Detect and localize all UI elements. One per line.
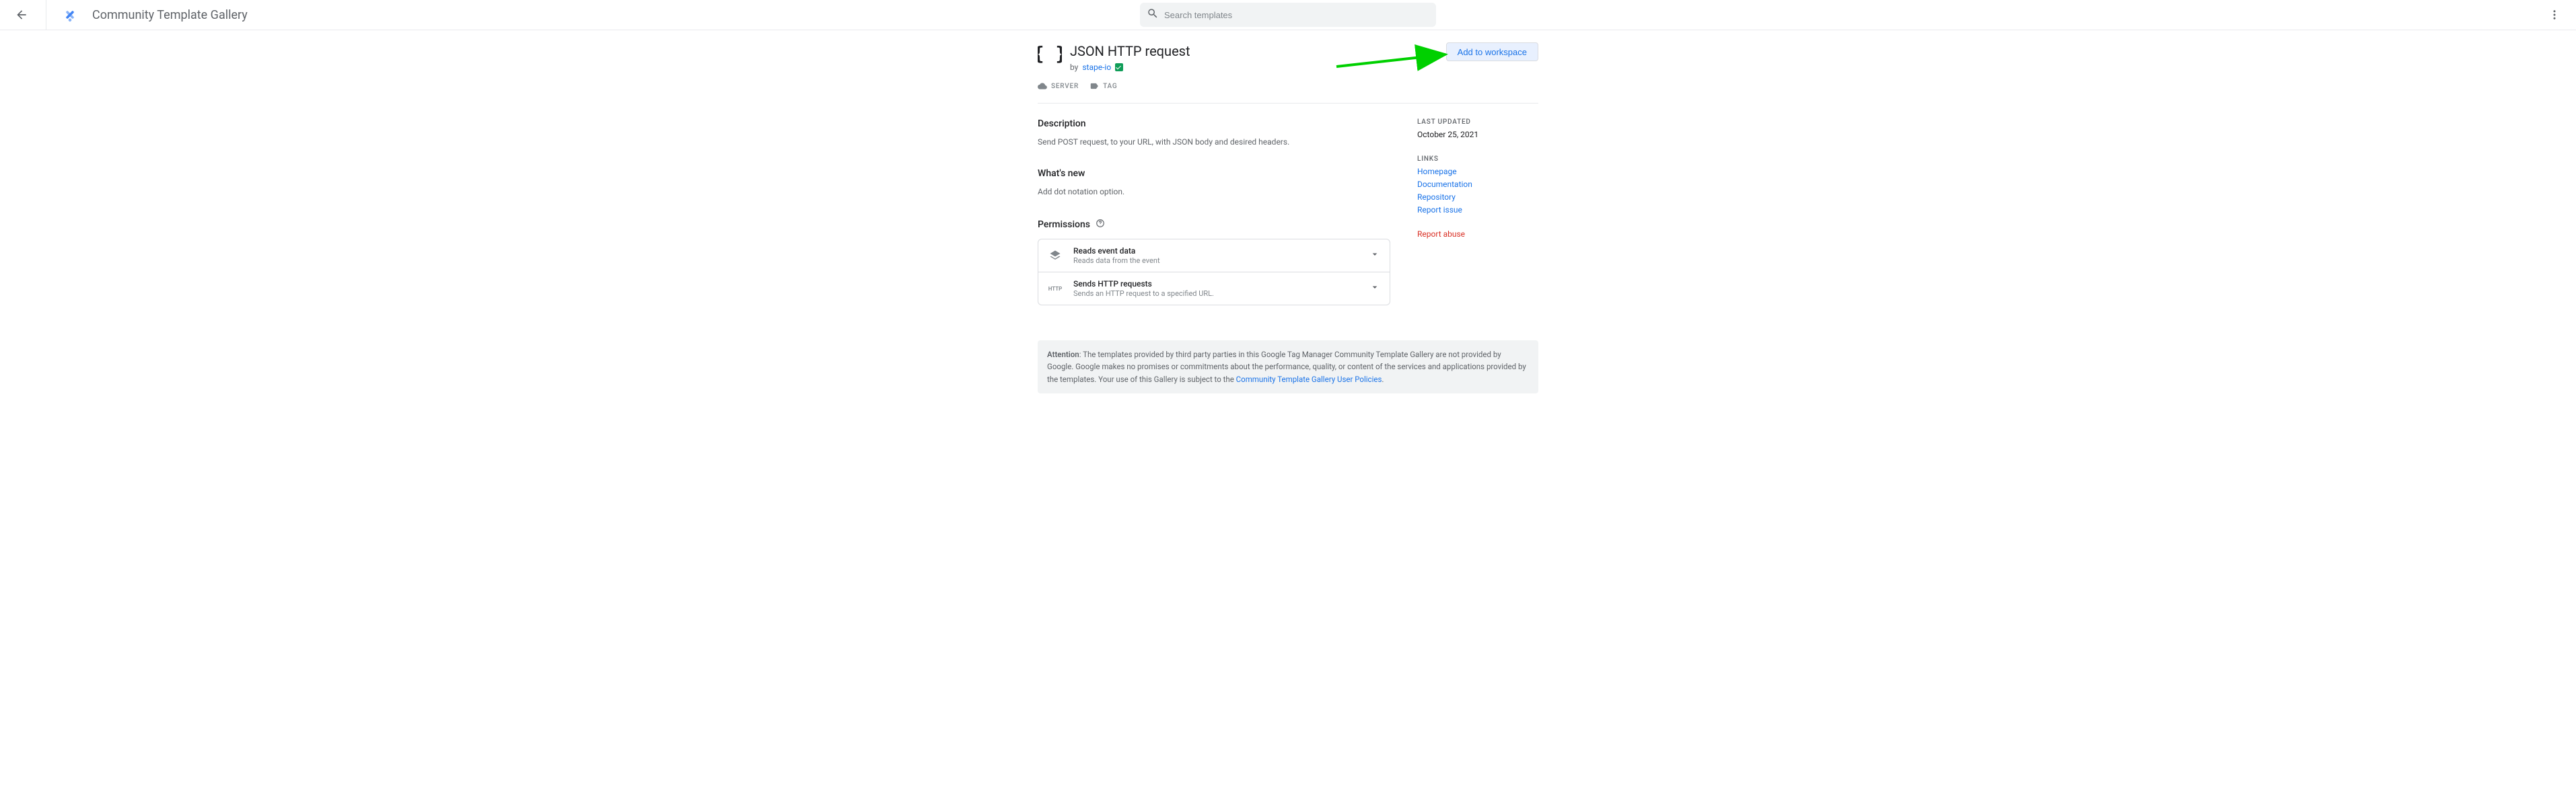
description-heading: Description xyxy=(1038,118,1390,129)
permission-sends-http[interactable]: HTTP Sends HTTP requests Sends an HTTP r… xyxy=(1038,272,1390,305)
help-icon[interactable] xyxy=(1096,218,1105,231)
header-left-group: Community Template Gallery xyxy=(8,0,248,30)
search-icon xyxy=(1147,7,1159,22)
more-vert-icon xyxy=(2548,9,2561,21)
left-column: Description Send POST request, to your U… xyxy=(1038,118,1390,326)
back-arrow-icon xyxy=(15,8,28,22)
links-label: LINKS xyxy=(1417,155,1538,163)
svg-text:{ }: { } xyxy=(1038,42,1062,65)
report-abuse-link[interactable]: Report abuse xyxy=(1417,229,1538,239)
template-logo-icon: { } xyxy=(1038,42,1062,67)
header-title: Community Template Gallery xyxy=(92,8,248,22)
links-list: Homepage Documentation Repository Report… xyxy=(1417,167,1538,215)
last-updated-block: LAST UPDATED October 25, 2021 xyxy=(1417,118,1538,139)
chevron-down-icon xyxy=(1369,249,1380,262)
description-section: Description Send POST request, to your U… xyxy=(1038,118,1390,148)
link-documentation[interactable]: Documentation xyxy=(1417,180,1538,189)
tag-icon xyxy=(1089,81,1099,91)
title-group: JSON HTTP request by stape-io xyxy=(1070,42,1446,72)
permissions-card: Reads event data Reads data from the eve… xyxy=(1038,239,1390,305)
back-button[interactable] xyxy=(8,1,35,28)
meta-row: SERVER TAG xyxy=(1038,81,1538,104)
add-button-label: Add to workspace xyxy=(1458,47,1527,57)
layers-icon xyxy=(1048,248,1063,263)
whatsnew-heading: What's new xyxy=(1038,168,1390,179)
whatsnew-section: What's new Add dot notation option. xyxy=(1038,168,1390,198)
byline: by stape-io xyxy=(1070,63,1446,72)
link-report-issue[interactable]: Report issue xyxy=(1417,205,1538,215)
template-title: JSON HTTP request xyxy=(1070,42,1446,60)
main-content: { } JSON HTTP request by stape-io Add to… xyxy=(1038,30,1538,393)
permission-subtitle: Sends an HTTP request to a specified URL… xyxy=(1073,289,1359,298)
attention-notice: Attention: The templates provided by thi… xyxy=(1038,340,1538,393)
link-homepage[interactable]: Homepage xyxy=(1417,167,1538,176)
author-link[interactable]: stape-io xyxy=(1082,63,1111,72)
permissions-section: Permissions Reads event data Reads data … xyxy=(1038,218,1390,305)
permission-title: Sends HTTP requests xyxy=(1073,279,1359,289)
notice-tail: . xyxy=(1382,375,1384,384)
cloud-icon xyxy=(1038,81,1047,91)
type-chip: TAG xyxy=(1089,81,1117,91)
two-column-layout: Description Send POST request, to your U… xyxy=(1038,118,1538,326)
last-updated-value: October 25, 2021 xyxy=(1417,130,1538,139)
gtm-logo-icon xyxy=(63,7,77,22)
right-column: LAST UPDATED October 25, 2021 LINKS Home… xyxy=(1417,118,1538,326)
app-header: Community Template Gallery xyxy=(0,0,2576,30)
permission-reads-event-data[interactable]: Reads event data Reads data from the eve… xyxy=(1038,239,1390,272)
by-prefix: by xyxy=(1070,63,1078,72)
permission-title: Reads event data xyxy=(1073,246,1359,256)
whatsnew-body: Add dot notation option. xyxy=(1038,186,1390,198)
permission-text: Sends HTTP requests Sends an HTTP reques… xyxy=(1073,279,1359,298)
more-menu-button[interactable] xyxy=(2541,1,2568,28)
links-block: LINKS Homepage Documentation Repository … xyxy=(1417,155,1538,215)
last-updated-label: LAST UPDATED xyxy=(1417,118,1538,126)
platform-chip: SERVER xyxy=(1038,81,1079,91)
permissions-heading-row: Permissions xyxy=(1038,218,1390,231)
platform-label: SERVER xyxy=(1051,83,1079,90)
link-repository[interactable]: Repository xyxy=(1417,192,1538,202)
http-icon: HTTP xyxy=(1048,281,1063,296)
description-body: Send POST request, to your URL, with JSO… xyxy=(1038,136,1390,148)
type-label: TAG xyxy=(1103,83,1117,90)
search-bar[interactable] xyxy=(1140,3,1436,27)
template-header-row: { } JSON HTTP request by stape-io Add to… xyxy=(1038,42,1538,72)
permission-subtitle: Reads data from the event xyxy=(1073,256,1359,265)
notice-strong: Attention xyxy=(1047,350,1079,359)
verified-badge-icon xyxy=(1115,63,1123,71)
permission-text: Reads event data Reads data from the eve… xyxy=(1073,246,1359,265)
permissions-heading: Permissions xyxy=(1038,219,1090,230)
add-to-workspace-button[interactable]: Add to workspace xyxy=(1446,42,1538,61)
notice-link[interactable]: Community Template Gallery User Policies xyxy=(1236,375,1382,384)
chevron-down-icon xyxy=(1369,282,1380,295)
search-input[interactable] xyxy=(1164,10,1429,20)
